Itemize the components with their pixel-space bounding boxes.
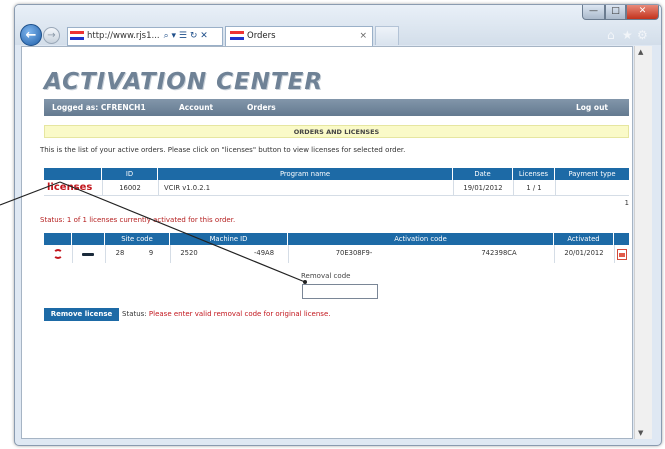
- orders-header-program: Program name: [158, 168, 453, 180]
- lic-header-blank-1: [44, 233, 72, 245]
- removal-code-label: Removal code: [301, 272, 351, 280]
- refresh-icon[interactable]: [53, 249, 63, 259]
- lic-header-site-code: Site code: [105, 233, 170, 245]
- order-id: 16002: [119, 184, 141, 192]
- pdf-icon[interactable]: [617, 249, 627, 260]
- scroll-up-icon[interactable]: ▲: [638, 48, 643, 56]
- nav-bar: Logged as: CFRENCH1 Account Orders Log o…: [44, 99, 629, 116]
- removal-status: Status: Please enter valid removal code …: [122, 310, 330, 318]
- logo: ACTIVATION CENTER: [44, 69, 324, 95]
- divider: [44, 195, 629, 196]
- browser-toolbar: ← → http://www.rjs1... ⌕ ▾ ☰ ↻ ✕ Orders ×…: [15, 5, 661, 46]
- orders-header-id: ID: [102, 168, 158, 180]
- divider: [513, 180, 514, 195]
- address-bar-icons[interactable]: ⌕ ▾ ☰ ↻ ✕: [164, 31, 208, 41]
- new-tab-button[interactable]: [375, 26, 399, 45]
- address-bar[interactable]: http://www.rjs1... ⌕ ▾ ☰ ↻ ✕: [67, 27, 223, 46]
- licenses-button[interactable]: licenses: [47, 182, 92, 193]
- forward-button[interactable]: →: [43, 27, 60, 44]
- site-code-part: 9: [148, 249, 154, 257]
- back-button[interactable]: ←: [20, 24, 42, 46]
- divider: [453, 180, 454, 195]
- site-code-part: 28: [115, 249, 125, 257]
- nav-account[interactable]: Account: [179, 99, 213, 116]
- activation-code-part: 742398CA: [481, 249, 517, 257]
- divider: [170, 245, 171, 263]
- remove-license-button[interactable]: Remove license: [44, 308, 119, 321]
- order-date: 19/01/2012: [463, 184, 503, 192]
- lic-header-activation-code: Activation code: [288, 233, 554, 245]
- order-payment: [555, 181, 629, 195]
- orders-header-payment: Payment type: [555, 168, 629, 180]
- home-icon[interactable]: ⌂: [607, 28, 615, 42]
- lic-header-activated: Activated: [554, 233, 614, 245]
- machine-id-part: -49A8: [253, 249, 275, 257]
- divider: [158, 180, 159, 195]
- divider: [614, 245, 615, 263]
- license-status-text: Status: 1 of 1 licenses currently activa…: [40, 216, 236, 224]
- tab-orders[interactable]: Orders ×: [225, 26, 373, 46]
- tab-close-icon[interactable]: ×: [359, 27, 367, 46]
- site-flag-icon: [70, 31, 84, 40]
- activated-date: 20/01/2012: [564, 249, 604, 257]
- page-content: ACTIVATION CENTER Logged as: CFRENCH1 Ac…: [21, 46, 633, 439]
- orders-table: ID Program name Date Licenses Payment ty…: [44, 168, 629, 213]
- maximize-button[interactable]: □: [605, 5, 626, 20]
- lic-header-blank-3: [614, 233, 629, 245]
- section-title: ORDERS AND LICENSES: [44, 125, 629, 138]
- orders-header-blank: [44, 168, 102, 180]
- order-licenses: 1 / 1: [526, 184, 542, 192]
- logged-as-label: Logged as: CFRENCH1: [52, 103, 146, 112]
- status-label: Status:: [122, 310, 147, 318]
- licenses-table: Site code Machine ID Activation code Act…: [44, 233, 629, 265]
- orders-header-date: Date: [453, 168, 513, 180]
- nav-orders[interactable]: Orders: [247, 99, 276, 116]
- lic-header-machine-id: Machine ID: [170, 233, 288, 245]
- address-text: http://www.rjs1...: [87, 31, 160, 41]
- machine-id-part: 2520: [180, 249, 198, 257]
- minimize-button[interactable]: —: [582, 5, 605, 20]
- nav-logout[interactable]: Log out: [576, 99, 608, 116]
- divider: [288, 245, 289, 263]
- orders-header-licenses: Licenses: [513, 168, 555, 180]
- browser-window: ← → http://www.rjs1... ⌕ ▾ ☰ ↻ ✕ Orders ×…: [14, 4, 662, 446]
- divider: [554, 245, 555, 263]
- tab-flag-icon: [230, 31, 244, 40]
- key-icon[interactable]: [82, 253, 94, 256]
- info-text: This is the list of your active orders. …: [40, 146, 406, 154]
- divider: [555, 180, 556, 195]
- close-window-button[interactable]: ✕: [626, 5, 659, 20]
- favorites-icon[interactable]: ★: [622, 28, 633, 42]
- pager-page[interactable]: 1: [604, 196, 629, 210]
- activation-code-part: 70E308F9-: [335, 249, 373, 257]
- removal-code-input[interactable]: [302, 284, 378, 299]
- divider: [72, 245, 73, 263]
- vertical-scrollbar[interactable]: ▲ ▼: [634, 46, 652, 439]
- tab-title: Orders: [247, 31, 276, 41]
- lic-header-blank-2: [72, 233, 105, 245]
- tools-icon[interactable]: ⚙: [637, 28, 648, 42]
- status-message: Please enter valid removal code for orig…: [148, 310, 331, 318]
- order-program: VCIR v1.0.2.1: [164, 184, 211, 192]
- divider: [102, 180, 103, 195]
- divider: [105, 245, 106, 263]
- scroll-down-icon[interactable]: ▼: [638, 429, 643, 437]
